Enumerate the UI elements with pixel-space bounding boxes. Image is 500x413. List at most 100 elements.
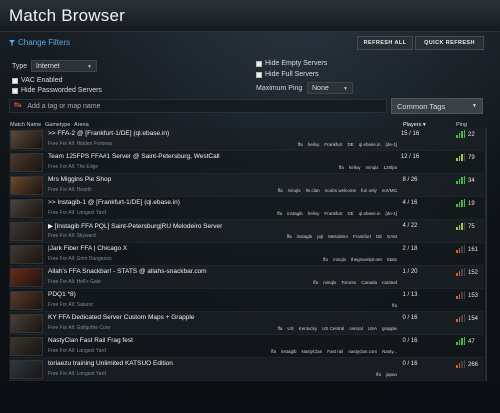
server-tag: instagib: [281, 349, 297, 354]
server-gametype-arena: Free For All: Hearth: [48, 187, 92, 193]
change-filters-label: Change Filters: [18, 38, 71, 47]
server-row[interactable]: >> Instagib-1 @ [Frankfurt-1/DE] (ql.eba…: [9, 197, 484, 220]
quick-refresh-button[interactable]: QUICK REFRESH: [415, 36, 484, 50]
server-ping: 154: [456, 314, 478, 322]
server-gametype-arena: Free For All: Hell's Gate: [48, 279, 101, 285]
server-ping-value: 22: [468, 132, 475, 138]
server-tags: ffa instagib helloy Frankfurt DE ql.ebase.in […: [277, 211, 397, 216]
server-tags: ffa: [392, 303, 397, 308]
server-tag: helloy: [307, 142, 320, 147]
server-tag: ffa: [376, 372, 381, 377]
server-players: 4 / 16: [402, 200, 418, 206]
server-tag: minqlx: [287, 188, 301, 193]
server-tags: ffa instagib NastyClan Fast rail nastyclan.c…: [271, 349, 397, 354]
server-gametype-arena: Free For All: Satanic: [48, 302, 94, 308]
type-select[interactable]: Internet ▼: [31, 60, 97, 72]
server-row[interactable]: |Jark Fiber FFA | Chicago X Free For All:…: [9, 243, 484, 266]
server-tag: instagib: [296, 234, 313, 239]
server-name: |Jark Fiber FFA | Chicago X: [48, 245, 128, 252]
server-tag: minqlx: [323, 280, 337, 285]
tag-icon: ffa: [14, 103, 22, 109]
signal-bars-icon: [456, 337, 465, 345]
server-gametype-arena: Free For All: Longest Yard: [48, 371, 106, 377]
server-tag: ffa: [277, 188, 283, 193]
map-thumbnail: [10, 199, 43, 218]
common-tags-label: Common Tags: [397, 101, 446, 111]
server-tag: ffa: [338, 165, 344, 170]
refresh-all-button[interactable]: REFRESH ALL: [357, 36, 413, 50]
map-thumbnail: [10, 268, 43, 287]
server-row[interactable]: ▶ [Instagib FFA PQL] Saint-Petersburg|RU…: [9, 220, 484, 243]
server-row[interactable]: NastyClan Fast Rail Frag fest Free For Al…: [9, 335, 484, 358]
server-tag: Kentucky: [298, 326, 318, 331]
hide-passworded-checkbox[interactable]: Hide Passworded Servers: [12, 87, 102, 94]
server-tag: ql.ebase.in: [358, 211, 381, 216]
signal-bars-icon: [456, 360, 465, 368]
type-select-value: Internet: [36, 62, 60, 70]
server-tag: pql: [317, 234, 324, 239]
scrollbar[interactable]: [485, 128, 487, 381]
chevron-down-icon: ▼: [87, 64, 92, 70]
server-players: 15 / 16: [400, 131, 420, 137]
server-tags: ffa minqlx lts clan noobs welcome fun only no…: [278, 188, 397, 193]
server-tags: ffa minqlx thegravelpit.net Stats: [323, 257, 397, 262]
server-tag: Frankfurt: [324, 142, 343, 147]
server-tag: [de-1]: [385, 211, 397, 216]
server-row[interactable]: Allah's FFA Snackbar! - STATS @ allahs-s…: [9, 266, 484, 289]
server-tag: noVMG: [381, 188, 397, 193]
server-ping-value: 75: [468, 224, 475, 230]
signal-bars-icon: [456, 245, 465, 253]
server-ping: 153: [456, 291, 478, 299]
common-tags-dropdown[interactable]: Common Tags ▼: [391, 98, 483, 114]
server-tag: EAM: [387, 234, 397, 239]
chevron-down-icon: ▼: [472, 103, 477, 109]
title-bar: Match Browser: [0, 0, 500, 32]
map-thumbnail: [10, 130, 43, 149]
server-ping-value: 19: [468, 201, 475, 207]
map-thumbnail: [10, 153, 43, 172]
server-tag: Frankfurt: [324, 211, 343, 216]
server-players: 2 / 18: [402, 246, 418, 252]
vac-enabled-label: VAC Enabled: [21, 77, 63, 84]
server-tag: minqlx: [365, 165, 379, 170]
server-players: 4 / 22: [402, 223, 418, 229]
server-row[interactable]: >> FFA-2 @ [Frankfurt-1/DE] (ql.ebase.in…: [9, 128, 484, 151]
server-tags: ffa instagib pql Melodeiro Frankfurt DE EAM: [287, 234, 397, 239]
server-ping-value: 154: [468, 316, 479, 322]
server-name: NastyClan Fast Rail Frag fest: [48, 337, 133, 344]
server-row[interactable]: Team 125FPS FFA#1 Server @ Saint-Petersb…: [9, 151, 484, 174]
signal-bars-icon: [456, 291, 465, 299]
change-filters-link[interactable]: Change Filters: [9, 38, 70, 47]
window-title: Match Browser: [9, 6, 125, 25]
max-ping-select[interactable]: None ▼: [307, 82, 353, 94]
signal-bars-icon: [456, 268, 465, 276]
server-tags: ffa helloy minqlx 125fps: [339, 165, 397, 170]
server-tag: nastyclan.com: [348, 349, 378, 354]
vac-enabled-checkbox[interactable]: VAC Enabled: [12, 77, 63, 84]
server-row[interactable]: Mrs Miggins Pie Shop Free For All: Hearth…: [9, 174, 484, 197]
server-tag: DE: [347, 211, 354, 216]
server-tag: ffa: [277, 211, 283, 216]
hide-empty-checkbox[interactable]: Hide Empty Servers: [256, 60, 327, 67]
tag-search-input[interactable]: ffa Add a tag or map name: [9, 99, 387, 113]
server-ping: 19: [456, 199, 475, 207]
server-tag: noobs welcome: [324, 188, 356, 193]
server-tag: Fast rail: [327, 349, 344, 354]
server-gametype-arena: Free For All: Longest Yard: [48, 210, 106, 216]
funnel-icon: [9, 39, 15, 46]
hide-full-checkbox[interactable]: Hide Full Servers: [256, 71, 319, 78]
server-tag: fun only: [360, 188, 377, 193]
server-row[interactable]: KY FFA Dedicated Server Custom Maps + Gr…: [9, 312, 484, 335]
server-tag: DE: [375, 234, 383, 239]
signal-bars-icon: [456, 176, 465, 184]
server-ping: 79: [456, 153, 475, 161]
server-tag: 125fps: [383, 165, 397, 170]
server-tag: Stats: [386, 257, 397, 262]
server-tag: ffa: [286, 234, 292, 239]
server-tag: helloy: [348, 165, 361, 170]
server-row[interactable]: PDQ1 *8) Free For All: Satanic ffa 1 / 13 15…: [9, 289, 484, 312]
server-list: >> FFA-2 @ [Frankfurt-1/DE] (ql.ebase.in…: [9, 128, 484, 381]
server-name: KY FFA Dedicated Server Custom Maps + Gr…: [48, 314, 195, 321]
server-ping: 22: [456, 130, 475, 138]
server-row[interactable]: toriaezu training Unlimited KATSUO Editi…: [9, 358, 484, 381]
